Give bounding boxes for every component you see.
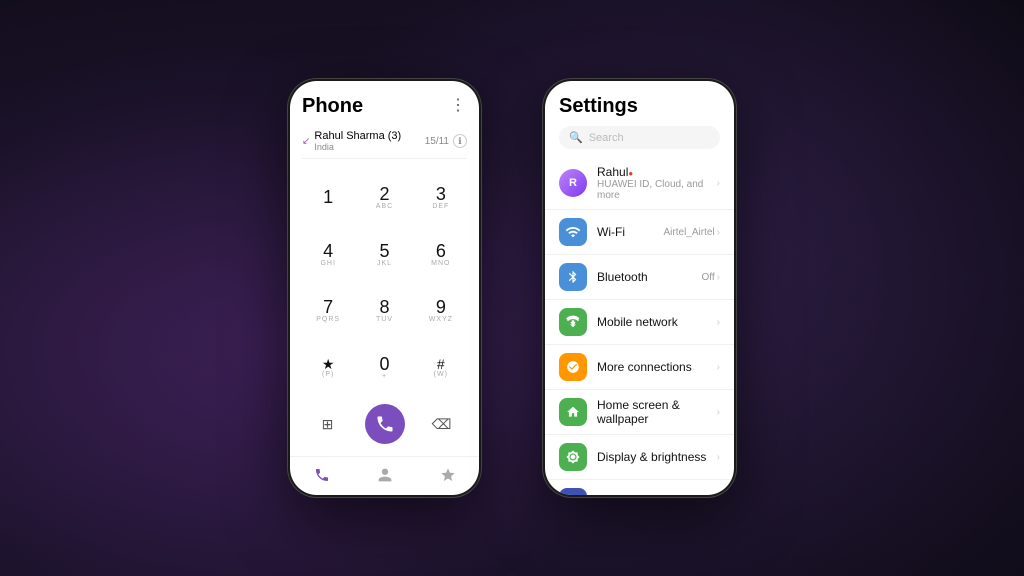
profile-content: Rahul● HUAWEI ID, Cloud, and more	[597, 165, 717, 201]
more-options-icon[interactable]: ⋮	[450, 95, 467, 115]
dial-key-1[interactable]: 1	[302, 171, 354, 224]
recent-call-item[interactable]: ↙ Rahul Sharma (3) India 15/11 ℹ	[302, 124, 467, 159]
settings-header: Settings 🔍 Search	[545, 81, 734, 157]
call-count: 15/11	[425, 136, 449, 147]
display-right: ›	[717, 452, 720, 463]
call-icon	[375, 414, 395, 434]
call-meta: 15/11 ℹ	[425, 134, 467, 148]
profile-avatar: R	[559, 169, 587, 197]
call-info-button[interactable]: ℹ	[453, 134, 467, 148]
settings-item-home[interactable]: Home screen & wallpaper ›	[545, 390, 734, 435]
settings-item-bluetooth[interactable]: Bluetooth Off ›	[545, 255, 734, 300]
dial-key-9[interactable]: 9 WXYZ	[415, 285, 467, 338]
contacts-icon	[377, 467, 393, 483]
wifi-icon	[559, 218, 587, 246]
more-connections-content: More connections	[597, 360, 717, 374]
dial-key-7[interactable]: 7 PQRS	[302, 285, 354, 338]
wifi-right: Airtel_Airtel ›	[664, 227, 720, 238]
home-screen-content: Home screen & wallpaper	[597, 398, 717, 426]
mobile-network-icon	[559, 308, 587, 336]
settings-device: Settings 🔍 Search R Rahul● HUAWEI ID, Cl…	[542, 78, 737, 498]
call-button[interactable]	[365, 404, 405, 444]
dial-key-6[interactable]: 6 MNO	[415, 228, 467, 281]
dial-key-8[interactable]: 8 TUV	[358, 285, 410, 338]
settings-item-more-connections[interactable]: More connections ›	[545, 345, 734, 390]
wifi-label: Wi-Fi	[597, 225, 664, 239]
phone-app: Phone ⋮ ↙ Rahul Sharma (3) India 15/11 ℹ	[290, 81, 479, 456]
dial-key-4[interactable]: 4 GHI	[302, 228, 354, 281]
dial-key-5[interactable]: 5 JKL	[358, 228, 410, 281]
wifi-value: Airtel_Airtel	[664, 227, 715, 238]
mobile-network-content: Mobile network	[597, 315, 717, 329]
bluetooth-icon	[559, 263, 587, 291]
caller-name: Rahul Sharma (3)	[314, 130, 401, 142]
bluetooth-content: Bluetooth	[597, 270, 702, 284]
mobile-network-label: Mobile network	[597, 315, 717, 329]
profile-chevron: ›	[717, 178, 720, 189]
phone-screen: Phone ⋮ ↙ Rahul Sharma (3) India 15/11 ℹ	[290, 81, 479, 495]
chevron-right-icon: ›	[717, 272, 720, 283]
chevron-right-icon: ›	[717, 452, 720, 463]
profile-subtitle: HUAWEI ID, Cloud, and more	[597, 179, 717, 201]
search-icon: 🔍	[569, 131, 583, 144]
display-label: Display & brightness	[597, 450, 717, 464]
home-screen-label: Home screen & wallpaper	[597, 398, 717, 426]
recents-icon	[314, 467, 330, 483]
dialpad: 1 2 ABC 3 DEF 4 GHI 5 JKL	[302, 167, 467, 398]
bluetooth-label: Bluetooth	[597, 270, 702, 284]
connections-right: ›	[717, 362, 720, 373]
phone-app-header: Phone ⋮	[302, 95, 467, 118]
home-right: ›	[717, 407, 720, 418]
contacts-grid-button[interactable]: ⊞	[314, 410, 342, 438]
dial-key-hash[interactable]: # (W)	[415, 341, 467, 394]
call-details: Rahul Sharma (3) India	[314, 130, 401, 152]
recent-call-left: ↙ Rahul Sharma (3) India	[302, 130, 401, 152]
nav-recents-button[interactable]	[310, 463, 334, 487]
settings-item-mobile[interactable]: Mobile network ›	[545, 300, 734, 345]
profile-name: Rahul●	[597, 165, 717, 179]
home-screen-icon	[559, 398, 587, 426]
more-connections-label: More connections	[597, 360, 717, 374]
missed-call-icon: ↙	[302, 136, 310, 147]
caller-country: India	[314, 142, 401, 152]
settings-list: R Rahul● HUAWEI ID, Cloud, and more ›	[545, 157, 734, 495]
chevron-right-icon: ›	[717, 317, 720, 328]
nav-favorites-button[interactable]	[436, 463, 460, 487]
settings-item-sounds[interactable]: Sounds & vibration ›	[545, 480, 734, 495]
settings-item-wifi[interactable]: Wi-Fi Airtel_Airtel ›	[545, 210, 734, 255]
nav-contacts-button[interactable]	[373, 463, 397, 487]
phone-device: Phone ⋮ ↙ Rahul Sharma (3) India 15/11 ℹ	[287, 78, 482, 498]
settings-screen: Settings 🔍 Search R Rahul● HUAWEI ID, Cl…	[545, 81, 734, 495]
display-icon	[559, 443, 587, 471]
search-placeholder: Search	[589, 132, 624, 144]
settings-title: Settings	[559, 95, 720, 118]
settings-item-display[interactable]: Display & brightness ›	[545, 435, 734, 480]
bluetooth-value: Off	[702, 272, 715, 283]
settings-app: Settings 🔍 Search R Rahul● HUAWEI ID, Cl…	[545, 81, 734, 495]
phone-navbar	[290, 456, 479, 495]
mobile-right: ›	[717, 317, 720, 328]
wifi-content: Wi-Fi	[597, 225, 664, 239]
more-connections-icon	[559, 353, 587, 381]
dial-key-star[interactable]: ★ (P)	[302, 341, 354, 394]
bluetooth-right: Off ›	[702, 272, 721, 283]
chevron-right-icon: ›	[717, 362, 720, 373]
chevron-right-icon: ›	[717, 407, 720, 418]
chevron-right-icon: ›	[717, 178, 720, 189]
dial-key-2[interactable]: 2 ABC	[358, 171, 410, 224]
chevron-right-icon: ›	[717, 227, 720, 238]
dialpad-action-bar: ⊞ ⌫	[302, 398, 467, 448]
delete-button[interactable]: ⌫	[428, 410, 456, 438]
sounds-icon	[559, 488, 587, 495]
settings-item-profile[interactable]: R Rahul● HUAWEI ID, Cloud, and more ›	[545, 157, 734, 210]
settings-search-bar[interactable]: 🔍 Search	[559, 126, 720, 149]
phone-app-title: Phone	[302, 95, 363, 118]
dial-key-0[interactable]: 0 +	[358, 341, 410, 394]
display-content: Display & brightness	[597, 450, 717, 464]
dial-key-3[interactable]: 3 DEF	[415, 171, 467, 224]
favorites-icon	[440, 467, 456, 483]
